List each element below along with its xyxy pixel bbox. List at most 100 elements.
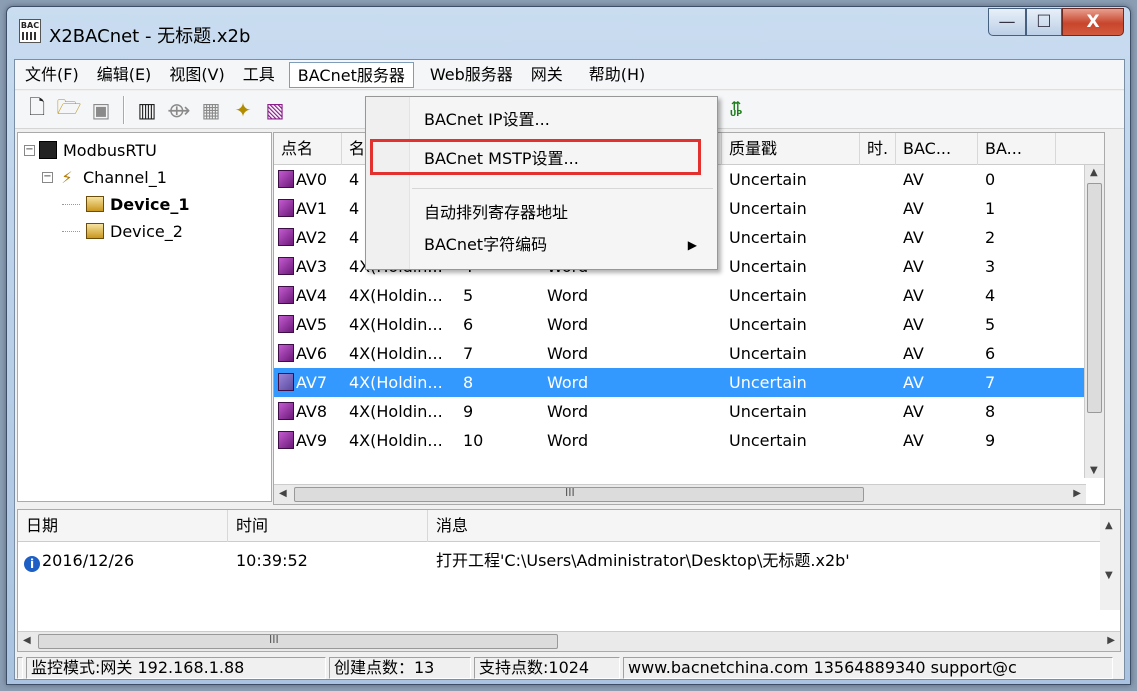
collapse-icon[interactable]: − bbox=[42, 171, 53, 183]
bacnet-object-icon[interactable]: ▧ bbox=[262, 97, 288, 123]
menu-help[interactable]: 帮助(H) bbox=[581, 62, 654, 88]
table-row[interactable]: AV4 4X(Holdin... 5 Word Uncertain AV 4 bbox=[274, 281, 1104, 310]
cell-register-text: 4X(Holdin... bbox=[349, 315, 443, 334]
add-channel-icon[interactable]: ⟴ bbox=[166, 97, 192, 123]
column-header-quality[interactable]: 质量戳 bbox=[722, 133, 860, 165]
cell-name: AV7 bbox=[274, 368, 342, 397]
cell-quality: Uncertain bbox=[722, 281, 860, 310]
table-row[interactable]: AV8 4X(Holdin... 9 Word Uncertain AV 8 bbox=[274, 397, 1104, 426]
vertical-scroll-thumb[interactable] bbox=[1087, 183, 1102, 413]
column-header-time[interactable]: 时. bbox=[860, 133, 896, 165]
scroll-left-icon[interactable]: ◀ bbox=[23, 635, 31, 646]
cell-name-text: AV4 bbox=[296, 286, 328, 305]
close-button[interactable]: X bbox=[1062, 8, 1124, 36]
scroll-right-icon[interactable]: ▶ bbox=[1107, 635, 1115, 646]
table-row[interactable]: AV9 4X(Holdin... 10 Word Uncertain AV 9 bbox=[274, 426, 1104, 455]
collapse-icon[interactable]: − bbox=[24, 144, 35, 156]
scroll-right-icon[interactable]: ▶ bbox=[1073, 488, 1081, 499]
cell-register: 4X(Holdin... bbox=[342, 368, 456, 397]
cell-quality: Uncertain bbox=[722, 310, 860, 339]
menu-view[interactable]: 视图(V) bbox=[161, 62, 232, 88]
cell-quality: Uncertain bbox=[722, 368, 860, 397]
log-panel[interactable]: 日期 时间 消息 i 2016/12/26 10:39:52 打开工程'C:\Us… bbox=[17, 509, 1121, 652]
cell-name: AV4 bbox=[274, 281, 342, 310]
scroll-up-icon[interactable]: ▲ bbox=[1090, 167, 1098, 178]
window-title: X2BACnet - 无标题.x2b bbox=[49, 26, 251, 47]
maximize-button[interactable]: ☐ bbox=[1026, 8, 1062, 36]
menu-tools[interactable]: 工具 bbox=[235, 62, 283, 88]
cell-ba: 1 bbox=[978, 194, 1056, 223]
cell-register-text: 4 bbox=[349, 170, 360, 189]
open-folder-icon[interactable]: 🗁 bbox=[56, 95, 82, 123]
add-point-icon[interactable]: ✦ bbox=[230, 97, 256, 123]
save-icon[interactable]: ▣ bbox=[88, 97, 114, 123]
cell-address-text: 10 bbox=[463, 431, 484, 450]
cell-quality-text: Uncertain bbox=[729, 257, 807, 276]
cell-quality: Uncertain bbox=[722, 194, 860, 223]
title-bar[interactable]: BAC X2BACnet - 无标题.x2b — ☐ X bbox=[7, 7, 1130, 59]
column-header-bac[interactable]: BAC... bbox=[896, 133, 978, 165]
analog-value-icon bbox=[278, 344, 294, 362]
log-vertical-scrollbar[interactable]: ▲ ▼ bbox=[1100, 510, 1120, 610]
scroll-left-icon[interactable]: ◀ bbox=[279, 488, 287, 499]
column-header-ba[interactable]: BA... bbox=[978, 133, 1056, 165]
cell-register-text: 4X(Holdin... bbox=[349, 344, 443, 363]
cell-bac: AV bbox=[896, 368, 978, 397]
device-icon[interactable]: ▥ bbox=[134, 97, 160, 123]
menu-bacnet-server[interactable]: BACnet服务器 bbox=[288, 61, 414, 88]
tree-node-device-2[interactable]: Device_2 bbox=[62, 218, 183, 244]
scroll-down-icon[interactable]: ▼ bbox=[1090, 465, 1098, 476]
upload-icon-label: UP bbox=[729, 108, 743, 118]
tree-node-root[interactable]: − ModbusRTU bbox=[24, 137, 157, 163]
cell-type-text: Word bbox=[547, 315, 589, 334]
log-horizontal-scrollbar[interactable]: ◀ III ▶ bbox=[18, 631, 1120, 651]
menu-edit[interactable]: 编辑(E) bbox=[89, 62, 160, 88]
horizontal-scroll-thumb[interactable]: III bbox=[294, 486, 864, 502]
cell-bac: AV bbox=[896, 165, 978, 194]
tree-node-channel[interactable]: − ⚡ Channel_1 bbox=[42, 164, 167, 190]
cell-bac-text: AV bbox=[903, 344, 924, 363]
log-column-time[interactable]: 时间 bbox=[228, 510, 428, 542]
status-supported-points: 支持点数:1024 bbox=[474, 657, 620, 679]
cell-bac: AV bbox=[896, 252, 978, 281]
column-header-name[interactable]: 点名 bbox=[274, 133, 342, 165]
table-row[interactable]: AV7 4X(Holdin... 8 Word Uncertain AV 7 bbox=[274, 368, 1104, 397]
app-icon[interactable]: BAC bbox=[19, 19, 41, 43]
log-row[interactable]: i 2016/12/26 10:39:52 打开工程'C:\Users\Admin… bbox=[18, 548, 1120, 574]
scroll-down-icon[interactable]: ▼ bbox=[1105, 570, 1113, 581]
cell-address-text: 9 bbox=[463, 402, 474, 421]
menu-item-bacnet-ip-settings[interactable]: BACnet IP设置... bbox=[424, 105, 550, 135]
add-device-icon[interactable]: ▦ bbox=[198, 97, 224, 123]
menu-web-server[interactable]: Web服务器 bbox=[422, 62, 521, 88]
horizontal-scrollbar[interactable]: ◀ III ▶ bbox=[274, 484, 1086, 504]
new-file-icon[interactable]: 🗋 bbox=[24, 95, 50, 123]
scroll-up-icon[interactable]: ▲ bbox=[1105, 520, 1113, 531]
log-column-date[interactable]: 日期 bbox=[18, 510, 228, 542]
cell-value bbox=[656, 368, 722, 397]
scroll-grip: III bbox=[565, 486, 575, 499]
tree-node-device-1[interactable]: Device_1 bbox=[62, 191, 190, 217]
maximize-icon: ☐ bbox=[1036, 12, 1052, 32]
log-horizontal-scroll-thumb[interactable]: III bbox=[38, 633, 558, 649]
minimize-button[interactable]: — bbox=[988, 8, 1026, 36]
cell-name: AV3 bbox=[274, 252, 342, 281]
cell-name-text: AV5 bbox=[296, 315, 328, 334]
menu-item-bacnet-charset[interactable]: BACnet字符编码 bbox=[424, 230, 547, 260]
menu-item-auto-arrange-registers[interactable]: 自动排列寄存器地址 bbox=[424, 198, 568, 228]
device-tree[interactable]: − ModbusRTU − ⚡ Channel_1 Device_1 Devic… bbox=[17, 132, 272, 502]
cell-bac: AV bbox=[896, 281, 978, 310]
table-row[interactable]: AV5 4X(Holdin... 6 Word Uncertain AV 5 bbox=[274, 310, 1104, 339]
cell-bac-text: AV bbox=[903, 315, 924, 334]
device-icon bbox=[86, 196, 104, 212]
vertical-scrollbar[interactable]: ▲ ▼ bbox=[1084, 165, 1104, 478]
highlight-box bbox=[370, 139, 701, 175]
upload-icon[interactable]: ⇈ UP bbox=[723, 97, 749, 123]
cell-ba: 5 bbox=[978, 310, 1056, 339]
menu-file[interactable]: 文件(F) bbox=[17, 62, 87, 88]
analog-value-icon bbox=[278, 257, 294, 275]
log-column-message[interactable]: 消息 bbox=[428, 510, 1102, 542]
cell-ba: 0 bbox=[978, 165, 1056, 194]
menu-gateway[interactable]: 网关 bbox=[523, 62, 571, 88]
table-row[interactable]: AV6 4X(Holdin... 7 Word Uncertain AV 6 bbox=[274, 339, 1104, 368]
cell-ba: 2 bbox=[978, 223, 1056, 252]
